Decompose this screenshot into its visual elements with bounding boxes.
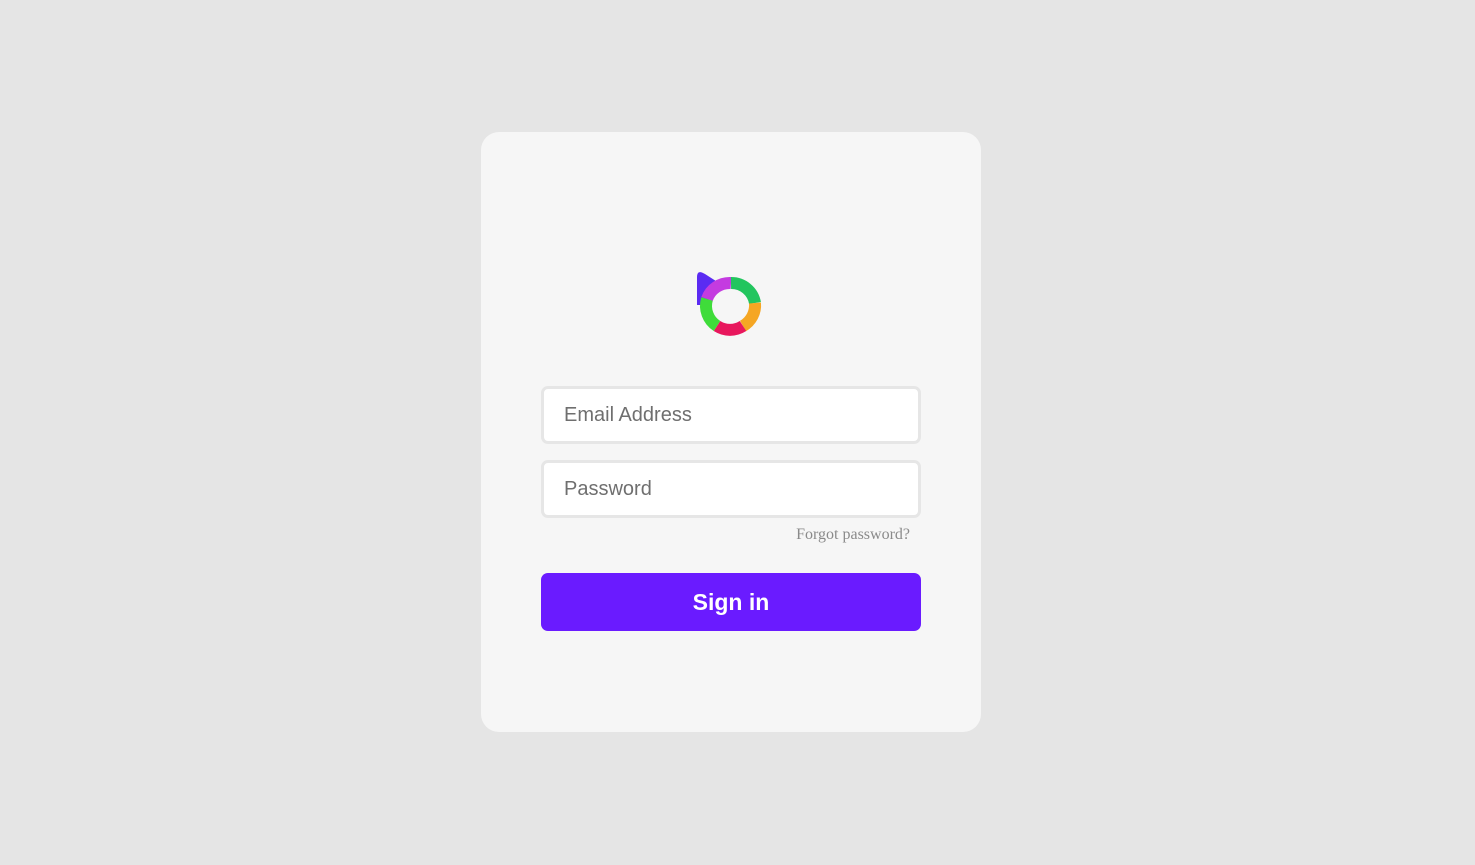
password-field[interactable] xyxy=(541,460,921,518)
email-field[interactable] xyxy=(541,386,921,444)
brand-logo-icon xyxy=(695,271,767,339)
sign-in-button[interactable]: Sign in xyxy=(541,573,921,631)
login-card: Forgot password? Sign in xyxy=(481,132,981,732)
forgot-password-link[interactable]: Forgot password? xyxy=(796,526,910,544)
